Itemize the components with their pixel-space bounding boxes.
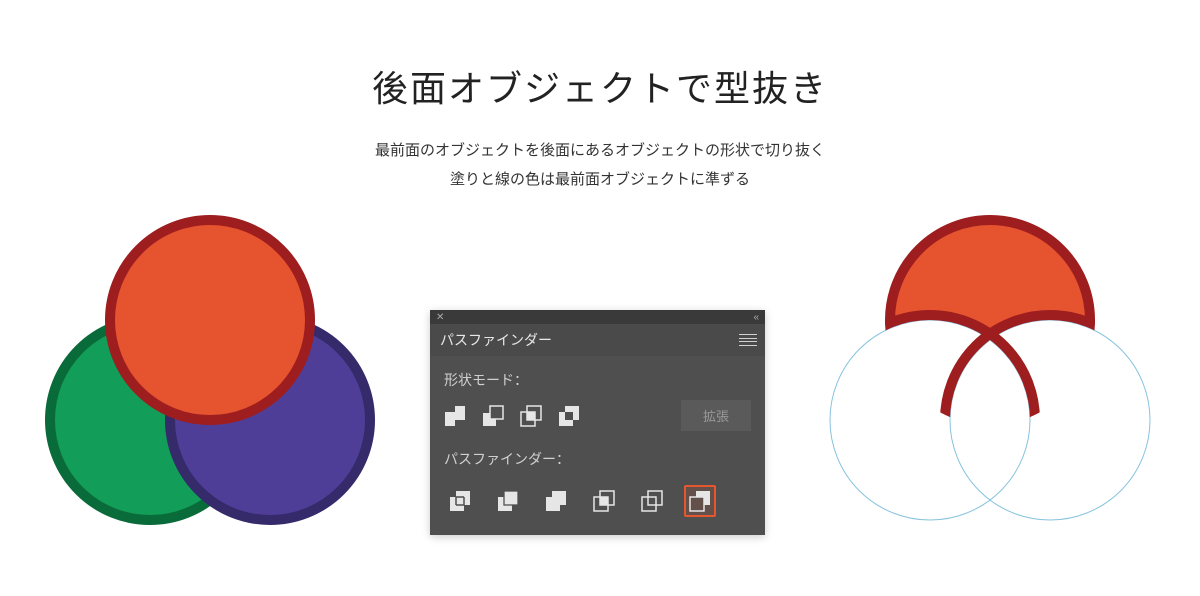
panel-top-bar: ✕ « (430, 310, 765, 324)
trim-icon[interactable] (492, 485, 524, 517)
pathfinder-panel: ✕ « パスファインダー 形状モード： (430, 310, 765, 535)
subtitle-line-1: 最前面のオブジェクトを後面にあるオブジェクトの形状で切り抜く (0, 137, 1200, 166)
unite-icon[interactable] (444, 405, 466, 427)
minus-back-icon[interactable] (684, 485, 716, 517)
subtitle: 最前面のオブジェクトを後面にあるオブジェクトの形状で切り抜く 塗りと線の色は最前… (0, 137, 1200, 194)
shape-mode-row: 拡張 (444, 400, 751, 431)
red-circle (110, 220, 310, 420)
intersect-icon[interactable] (520, 405, 542, 427)
panel-tab-bar: パスファインダー (430, 324, 765, 356)
crop-icon[interactable] (588, 485, 620, 517)
collapse-icon[interactable]: « (753, 312, 759, 323)
minus-front-icon[interactable] (482, 405, 504, 427)
shape-mode-label: 形状モード： (444, 370, 751, 390)
exclude-icon[interactable] (558, 405, 580, 427)
before-illustration (40, 210, 380, 550)
divide-icon[interactable] (444, 485, 476, 517)
panel-body: 形状モード： (430, 356, 765, 535)
pathfinder-label: パスファインダー： (444, 449, 751, 469)
tab-pathfinder[interactable]: パスファインダー (438, 326, 554, 354)
after-illustration (820, 210, 1160, 550)
pathfinder-row (444, 479, 751, 517)
page-title: 後面オブジェクトで型抜き (0, 60, 1200, 112)
outline-icon[interactable] (636, 485, 668, 517)
expand-button[interactable]: 拡張 (681, 400, 751, 431)
close-icon[interactable]: ✕ (436, 312, 444, 323)
subtitle-line-2: 塗りと線の色は最前面オブジェクトに準ずる (0, 166, 1200, 195)
panel-menu-icon[interactable] (739, 334, 757, 346)
merge-icon[interactable] (540, 485, 572, 517)
